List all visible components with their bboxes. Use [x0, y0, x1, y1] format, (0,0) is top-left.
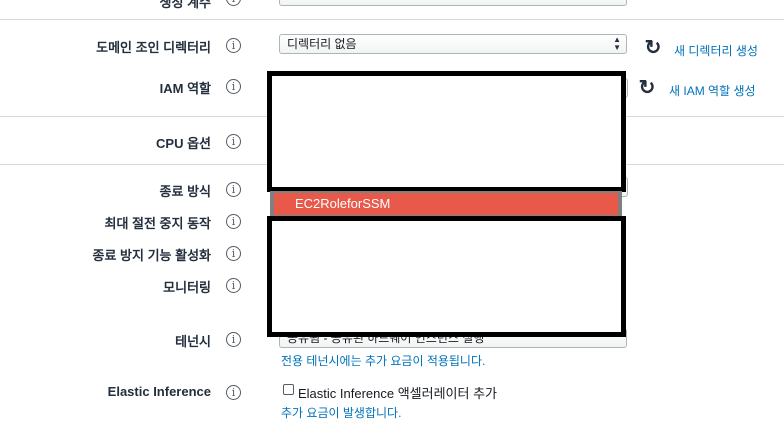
info-icon[interactable]: i — [226, 385, 241, 400]
field-label-stop-hibernate: 최대 절전 중지 동작 — [104, 216, 211, 231]
elastic-inference-note: 추가 요금이 발생합니다. — [281, 406, 402, 420]
elastic-inference-checkbox-label[interactable]: Elastic Inference 액셀러레이터 추가 — [298, 383, 497, 402]
select-arrows-icon: ▲ ▼ — [613, 35, 621, 52]
refresh-icon[interactable]: ↻ — [637, 78, 657, 98]
field-label-count: 생성 계수 — [159, 0, 211, 10]
dropdown-option-selected[interactable]: EC2RoleforSSM — [270, 191, 622, 217]
info-icon[interactable]: i — [226, 134, 241, 149]
dropdown-redacted-bottom — [267, 216, 626, 337]
count-select-value: 1 — [287, 0, 294, 3]
info-icon[interactable]: i — [226, 38, 241, 53]
info-icon[interactable]: i — [226, 332, 241, 347]
divider — [0, 19, 784, 20]
dropdown-option-label: EC2RoleforSSM — [274, 193, 618, 215]
field-label-domain-join: 도메인 조인 디렉터리 — [96, 40, 211, 55]
info-icon[interactable]: i — [226, 0, 241, 6]
domain-join-select[interactable]: 디렉터리 없음 ▲ ▼ — [279, 34, 627, 54]
refresh-icon[interactable]: ↻ — [643, 38, 663, 58]
field-label-iam-role: IAM 역할 — [159, 81, 211, 96]
tenancy-note: 전용 테넌시에는 추가 요금이 적용됩니다. — [281, 354, 486, 368]
elastic-inference-checkbox[interactable] — [283, 384, 294, 395]
info-icon[interactable]: i — [226, 246, 241, 261]
field-label-shutdown-behavior: 종료 방식 — [159, 184, 211, 199]
info-icon[interactable]: i — [226, 182, 241, 197]
field-label-tenancy: 테넌시 — [175, 334, 211, 349]
info-icon[interactable]: i — [226, 278, 241, 293]
field-label-cpu-options: CPU 옵션 — [156, 136, 211, 151]
domain-join-select-value: 디렉터리 없음 — [287, 37, 357, 51]
info-icon[interactable]: i — [226, 79, 241, 94]
create-directory-link[interactable]: 새 디렉터리 생성 — [674, 42, 758, 59]
field-label-elastic-inference: Elastic Inference — [107, 384, 211, 399]
field-label-monitoring: 모니터링 — [163, 280, 211, 295]
count-select[interactable]: 1 — [279, 0, 627, 6]
field-label-termination-protection: 종료 방지 기능 활성화 — [92, 248, 211, 263]
create-iam-role-link[interactable]: 새 IAM 역할 생성 — [669, 82, 756, 99]
info-icon[interactable]: i — [226, 214, 241, 229]
dropdown-redacted-top — [267, 71, 626, 192]
